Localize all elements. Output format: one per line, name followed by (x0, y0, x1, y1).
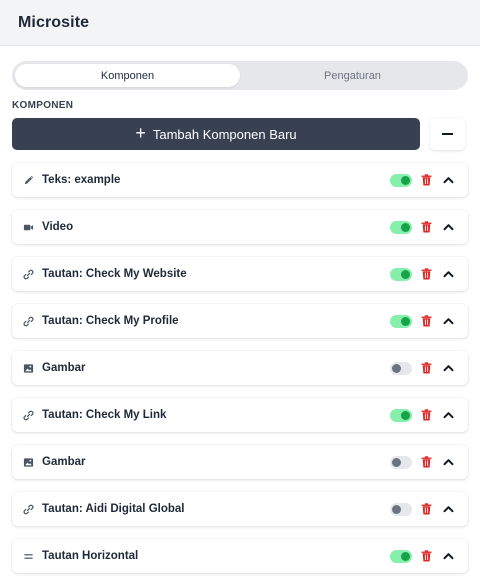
visibility-toggle[interactable] (390, 220, 412, 234)
visibility-toggle[interactable] (390, 267, 412, 281)
trash-icon[interactable] (420, 315, 432, 327)
chevron-up-icon[interactable] (442, 409, 454, 421)
main-panel: Komponen Pengaturan KOMPONEN + Tambah Ko… (0, 46, 480, 588)
pencil-icon (23, 175, 34, 186)
chevron-up-icon[interactable] (442, 362, 454, 374)
visibility-toggle[interactable] (390, 361, 412, 375)
link-icon (23, 410, 34, 421)
equals-icon (23, 551, 34, 562)
chevron-up-icon[interactable] (442, 174, 454, 186)
toggle-knob (401, 410, 410, 420)
visibility-toggle[interactable] (390, 455, 412, 469)
trash-icon[interactable] (420, 409, 432, 421)
component-item[interactable]: Video (12, 210, 468, 244)
toggle-knob (401, 222, 410, 232)
toggle-knob (392, 504, 401, 514)
component-label: Video (42, 221, 74, 233)
trash-icon[interactable] (420, 456, 432, 468)
component-item[interactable]: Tautan Horizontal (12, 539, 468, 573)
visibility-toggle[interactable] (390, 314, 412, 328)
add-row: + Tambah Komponen Baru (12, 118, 468, 150)
trash-icon[interactable] (420, 268, 432, 280)
trash-icon[interactable] (420, 174, 432, 186)
plus-icon: + (135, 123, 146, 143)
link-icon (23, 316, 34, 327)
add-component-label: Tambah Komponen Baru (152, 126, 297, 142)
link-icon (23, 504, 34, 515)
chevron-up-icon[interactable] (442, 315, 454, 327)
component-item[interactable]: Tautan: Aidi Digital Global (12, 492, 468, 526)
image-icon (23, 457, 34, 468)
component-label: Tautan Horizontal (42, 550, 139, 562)
toggle-knob (401, 551, 410, 561)
toggle-knob (392, 363, 401, 373)
component-label: Tautan: Check My Profile (42, 315, 179, 327)
visibility-toggle[interactable] (390, 549, 412, 563)
page-title: Microsite (18, 13, 90, 31)
component-item[interactable]: Tautan: Check My Link (12, 398, 468, 432)
chevron-up-icon[interactable] (442, 456, 454, 468)
component-item[interactable]: Gambar (12, 351, 468, 385)
component-label: Teks: example (42, 174, 121, 186)
component-label: Tautan: Check My Link (42, 409, 167, 421)
visibility-toggle[interactable] (390, 173, 412, 187)
app-header: Microsite (0, 0, 480, 46)
chevron-up-icon[interactable] (442, 550, 454, 562)
trash-icon[interactable] (420, 362, 432, 374)
trash-icon[interactable] (420, 550, 432, 562)
tab-bar: Komponen Pengaturan (12, 61, 468, 90)
component-item[interactable]: Teks: example (12, 163, 468, 197)
component-item[interactable]: Tautan: Check My Profile (12, 304, 468, 338)
link-icon (23, 269, 34, 280)
video-icon (23, 222, 34, 233)
trash-icon[interactable] (420, 221, 432, 233)
toggle-knob (401, 269, 410, 279)
component-label: Tautan: Aidi Digital Global (42, 503, 185, 515)
component-item[interactable]: Gambar (12, 445, 468, 479)
component-label: Gambar (42, 456, 86, 468)
add-component-button[interactable]: + Tambah Komponen Baru (12, 118, 420, 150)
image-icon (23, 363, 34, 374)
trash-icon[interactable] (420, 503, 432, 515)
collapse-all-button[interactable] (430, 118, 465, 150)
chevron-up-icon[interactable] (442, 503, 454, 515)
component-list: Teks: example Video Tautan: Check My Websi… (12, 163, 468, 573)
chevron-up-icon[interactable] (442, 268, 454, 280)
toggle-knob (392, 457, 401, 467)
visibility-toggle[interactable] (390, 408, 412, 422)
visibility-toggle[interactable] (390, 502, 412, 516)
component-label: Gambar (42, 362, 86, 374)
tab-komponen[interactable]: Komponen (15, 64, 240, 87)
tab-pengaturan[interactable]: Pengaturan (240, 64, 465, 87)
section-label: KOMPONEN (12, 100, 74, 111)
toggle-knob (401, 175, 410, 185)
chevron-up-icon[interactable] (442, 221, 454, 233)
minus-icon (442, 133, 453, 135)
toggle-knob (401, 316, 410, 326)
component-label: Tautan: Check My Website (42, 268, 187, 280)
component-item[interactable]: Tautan: Check My Website (12, 257, 468, 291)
